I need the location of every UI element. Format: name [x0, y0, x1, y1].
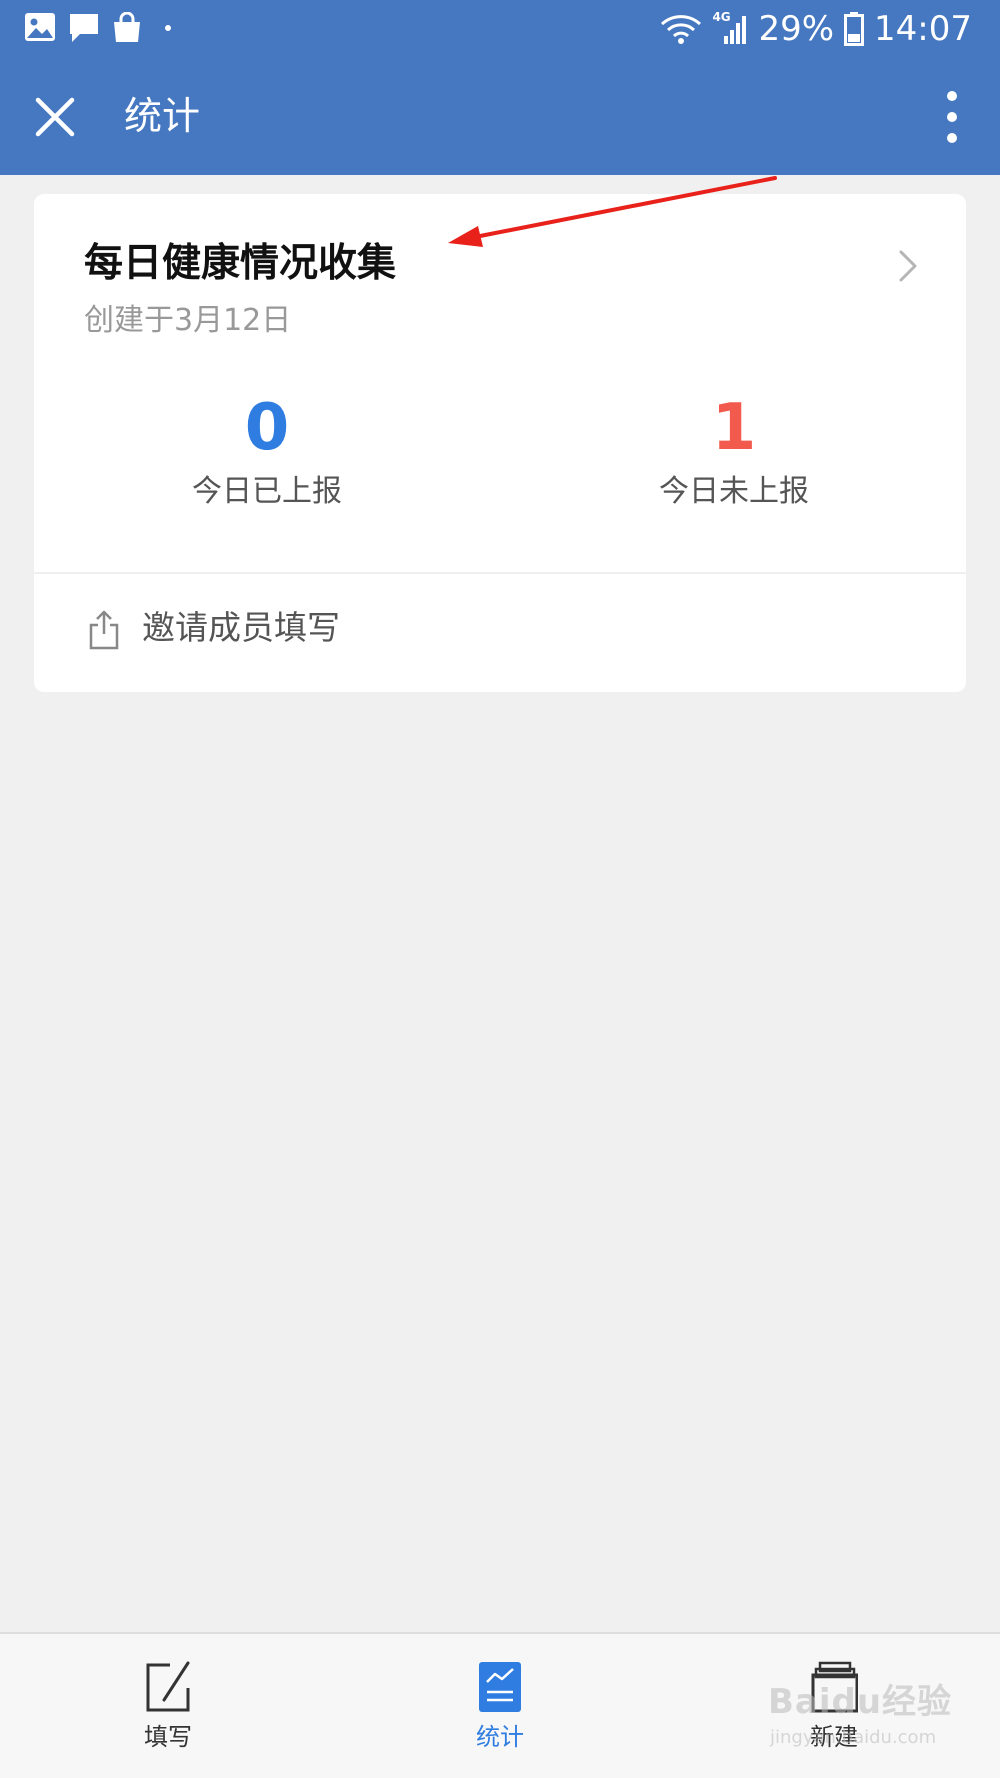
invite-members-button[interactable]: 邀请成员填写 — [34, 574, 966, 692]
status-indicators: 4G 29% 14:07 — [660, 8, 972, 50]
stat-reported-count: 0 — [244, 391, 290, 465]
app-bar: 统计 — [0, 58, 1000, 175]
invite-members-label: 邀请成员填写 — [142, 608, 340, 647]
nav-fill-tab[interactable]: 填写 — [68, 1634, 268, 1778]
shopping-bag-notification-icon — [114, 12, 140, 42]
bottom-nav: 填写 统计 新建 — [0, 1632, 1000, 1778]
page-title: 统计 — [124, 94, 201, 138]
share-icon — [89, 610, 119, 650]
stat-unreported-today[interactable]: 1 今日未上报 — [584, 390, 884, 514]
created-date: 创建于3月12日 — [84, 303, 292, 338]
form-summary-card[interactable]: 每日健康情况收集 创建于3月12日 0 今日已上报 1 今日未上报 邀请成员填写 — [34, 194, 966, 692]
more-options-icon[interactable] — [940, 88, 964, 146]
nav-new-tab[interactable]: 新建 — [734, 1634, 934, 1778]
battery-percentage: 29% — [758, 9, 835, 49]
nav-stats-tab[interactable]: 统计 — [400, 1634, 600, 1778]
stat-unreported-label: 今日未上报 — [659, 474, 809, 509]
edit-icon — [146, 1661, 190, 1712]
chevron-right-icon[interactable] — [896, 248, 920, 284]
nav-stats-label: 统计 — [476, 1723, 524, 1751]
close-icon[interactable] — [30, 92, 80, 142]
wifi-icon — [661, 15, 702, 44]
clock-time: 14:07 — [874, 9, 972, 49]
statistics-icon — [479, 1662, 521, 1712]
form-title: 每日健康情况收集 — [84, 241, 397, 286]
stat-reported-today[interactable]: 0 今日已上报 — [117, 390, 417, 514]
new-form-icon — [811, 1661, 858, 1713]
gallery-notification-icon — [25, 13, 55, 41]
cellular-signal-icon: 4G — [712, 10, 748, 46]
screen: 4G 29% 14:07 统计 每日健康情况收集 创建于3月12日 0 今日已上… — [0, 0, 1000, 1778]
stat-unreported-count: 1 — [711, 391, 757, 465]
nav-fill-label: 填写 — [144, 1723, 192, 1751]
more-notifications-dot-icon — [165, 25, 171, 31]
battery-icon — [844, 12, 865, 46]
stat-reported-label: 今日已上报 — [192, 474, 342, 509]
nav-new-label: 新建 — [810, 1723, 858, 1751]
status-bar: 4G 29% 14:07 — [0, 0, 1000, 58]
message-notification-icon — [70, 14, 98, 42]
